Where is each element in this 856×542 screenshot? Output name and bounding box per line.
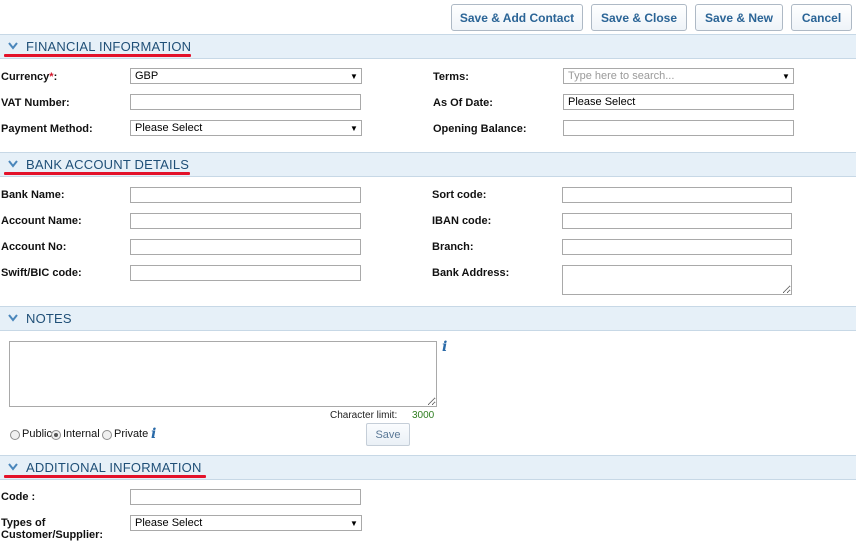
info-icon[interactable]: i [151,426,156,442]
title-underline [4,475,206,478]
visibility-private-radio[interactable] [102,430,112,440]
iban-code-label: IBAN code: [432,215,492,227]
code-input[interactable] [130,489,361,505]
branch-input[interactable] [562,239,792,255]
cancel-button[interactable]: Cancel [791,4,852,31]
account-no-label: Account No: [1,241,67,253]
payment-method-select[interactable]: Please Select ▼ [130,120,362,136]
character-limit-label: Character limit: [330,410,398,421]
visibility-internal-label: Internal [63,428,100,440]
branch-label: Branch: [432,241,474,253]
save-new-button[interactable]: Save & New [695,4,783,31]
info-icon[interactable]: i [442,339,447,355]
bank-address-textarea[interactable] [562,265,792,295]
terms-label: Terms: [433,71,469,83]
visibility-public-label: Public [22,428,52,440]
opening-balance-input[interactable] [563,120,794,136]
types-select[interactable]: Please Select ▼ [130,515,362,531]
swift-bic-label: Swift/BIC code: [1,267,82,279]
triangle-down-icon: ▼ [350,518,358,528]
currency-select[interactable]: GBP ▼ [130,68,362,84]
vat-number-input[interactable] [130,94,361,110]
account-name-input[interactable] [130,213,361,229]
swift-bic-input[interactable] [130,265,361,281]
bank-section-title: BANK ACCOUNT DETAILS [26,157,190,172]
bank-name-input[interactable] [130,187,361,203]
financial-section-title: FINANCIAL INFORMATION [26,39,192,54]
sort-code-input[interactable] [562,187,792,203]
bank-address-label: Bank Address: [432,267,510,279]
additional-section-header[interactable]: ADDITIONAL INFORMATION [0,455,856,480]
visibility-private-label: Private [114,428,149,440]
opening-balance-label: Opening Balance: [433,123,527,135]
visibility-internal-radio[interactable] [51,430,61,440]
title-underline [4,54,191,57]
triangle-down-icon: ▼ [782,71,790,81]
visibility-public-radio[interactable] [10,430,20,440]
payment-method-label: Payment Method: [1,123,93,135]
additional-section-title: ADDITIONAL INFORMATION [26,460,202,475]
chevron-down-icon [8,463,18,471]
financial-section-header[interactable]: FINANCIAL INFORMATION [0,34,856,59]
vat-number-label: VAT Number: [1,97,70,109]
sort-code-label: Sort code: [432,189,487,201]
notes-textarea[interactable] [9,341,437,407]
notes-section-header[interactable]: NOTES [0,306,856,331]
notes-section-title: NOTES [26,311,72,326]
account-name-label: Account Name: [1,215,82,227]
types-label: Types of Customer/Supplier: [1,517,104,541]
character-limit-value: 3000 [412,410,435,421]
triangle-down-icon: ▼ [350,123,358,133]
chevron-down-icon [8,160,18,168]
as-of-date-label: As Of Date: [433,97,493,109]
currency-label: Currency*: [1,71,58,83]
chevron-down-icon [8,314,18,322]
save-add-contact-button[interactable]: Save & Add Contact [451,4,583,31]
title-underline [4,172,190,175]
iban-code-input[interactable] [562,213,792,229]
triangle-down-icon: ▼ [350,71,358,81]
account-no-input[interactable] [130,239,361,255]
notes-save-button[interactable]: Save [366,423,410,446]
bank-section-header[interactable]: BANK ACCOUNT DETAILS [0,152,856,177]
bank-name-label: Bank Name: [1,189,65,201]
save-close-button[interactable]: Save & Close [591,4,687,31]
as-of-date-field[interactable]: Please Select [563,94,794,110]
chevron-down-icon [8,42,18,50]
code-label: Code : [1,491,36,503]
terms-search-select[interactable]: Type here to search... ▼ [563,68,794,84]
